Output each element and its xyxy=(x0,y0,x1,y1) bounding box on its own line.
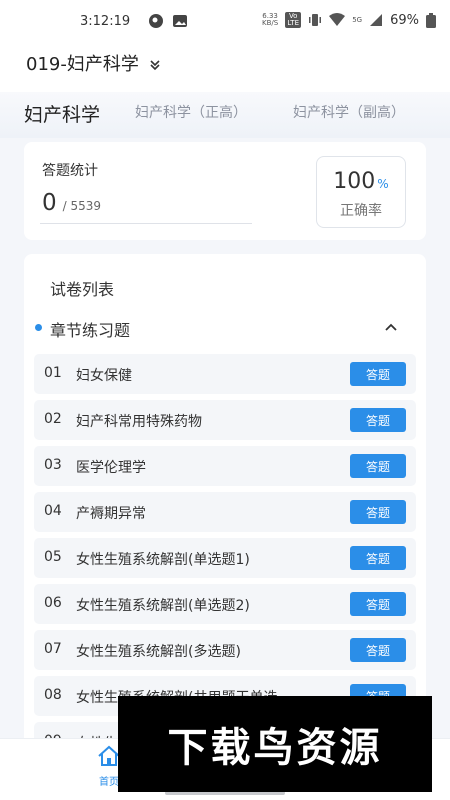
chapter-item[interactable]: 07 女性生殖系统解剖(多选题) 答题 xyxy=(34,630,416,670)
image-icon xyxy=(173,15,187,27)
accuracy-unit: % xyxy=(377,177,389,191)
chapter-number: 06 xyxy=(44,595,62,611)
wifi-icon xyxy=(329,13,346,26)
chapter-number: 03 xyxy=(44,457,62,473)
watermark-banner: 下载鸟资源 xyxy=(118,696,432,792)
subject-selector[interactable]: 019-妇产科学 xyxy=(26,50,161,76)
divider xyxy=(40,223,252,224)
status-time: 3:12:19 xyxy=(80,14,131,29)
chapter-name: 产褥期异常 xyxy=(76,506,146,522)
chapter-name: 妇女保健 xyxy=(76,368,132,384)
signal-icon xyxy=(370,14,383,26)
chapter-item[interactable]: 04 产褥期异常 答题 xyxy=(34,492,416,532)
battery-percent: 69% xyxy=(390,12,419,28)
chapter-item[interactable]: 05 女性生殖系统解剖(单选题1) 答题 xyxy=(34,538,416,578)
chapter-name: 女性生殖系统解剖(单选题1) xyxy=(76,552,250,568)
section-title: 章节练习题 xyxy=(50,321,131,340)
chapter-item[interactable]: 02 妇产科常用特殊药物 答题 xyxy=(34,400,416,440)
chevron-up-icon[interactable] xyxy=(384,320,398,334)
chapter-number: 04 xyxy=(44,503,62,519)
chapter-number: 08 xyxy=(44,687,62,703)
answer-count: 0 / 5539 xyxy=(42,190,101,216)
tab-obstetrics-associate[interactable]: 妇产科学（副高） xyxy=(293,102,405,122)
answer-button[interactable]: 答题 xyxy=(350,592,406,616)
tab-obstetrics[interactable]: 妇产科学 xyxy=(24,100,100,127)
chapter-name: 妇产科常用特殊药物 xyxy=(76,414,202,430)
accuracy-label: 正确率 xyxy=(340,203,382,219)
top-header: 019-妇产科学 xyxy=(0,44,450,92)
chapter-item[interactable]: 01 妇女保健 答题 xyxy=(34,354,416,394)
signal-5g-label: 5G xyxy=(352,15,363,24)
status-bar: 3:12:19 6.33 KB/S Vo LTE 5G 69% xyxy=(0,0,450,44)
notification-app-icon xyxy=(149,14,163,28)
battery-icon xyxy=(426,12,436,28)
network-speed: 6.33 KB/S xyxy=(262,12,279,27)
accuracy-value: 100% xyxy=(333,169,389,194)
chapter-name: 女性生殖系统解剖(单选题2) xyxy=(76,598,250,614)
chapter-item[interactable]: 06 女性生殖系统解剖(单选题2) 答题 xyxy=(34,584,416,624)
vibrate-icon xyxy=(309,14,322,26)
chapter-name: 医学伦理学 xyxy=(76,460,146,476)
chapter-number: 02 xyxy=(44,411,62,427)
volte-icon: Vo LTE xyxy=(285,12,302,28)
answer-button[interactable]: 答题 xyxy=(350,638,406,662)
answer-button[interactable]: 答题 xyxy=(350,546,406,570)
total-count: / 5539 xyxy=(62,199,102,213)
chapter-section-header[interactable]: 章节练习题 xyxy=(32,312,412,342)
chapter-number: 01 xyxy=(44,365,62,381)
subject-tabs: 妇产科学 妇产科学（正高） 妇产科学（副高） xyxy=(0,92,450,138)
chapter-item[interactable]: 03 医学伦理学 答题 xyxy=(34,446,416,486)
chapter-number: 07 xyxy=(44,641,62,657)
answered-count: 0 xyxy=(42,190,57,216)
accuracy-box: 100% 正确率 xyxy=(316,156,406,228)
answer-button[interactable]: 答题 xyxy=(350,408,406,432)
chapter-number: 05 xyxy=(44,549,62,565)
paper-list-title: 试卷列表 xyxy=(50,280,115,299)
answer-button[interactable]: 答题 xyxy=(350,454,406,478)
status-system-icons: 6.33 KB/S Vo LTE 5G 69% xyxy=(262,12,436,28)
chevron-double-down-icon xyxy=(150,60,160,71)
chapter-name: 女性生殖系统解剖(多选题) xyxy=(76,644,241,660)
page-title: 019-妇产科学 xyxy=(26,54,139,75)
status-notification-icons xyxy=(148,13,188,29)
tab-obstetrics-senior[interactable]: 妇产科学（正高） xyxy=(135,102,247,122)
answer-button[interactable]: 答题 xyxy=(350,362,406,386)
bullet-dot xyxy=(35,324,42,331)
answer-button[interactable]: 答题 xyxy=(350,500,406,524)
stats-label: 答题统计 xyxy=(42,163,98,179)
answer-stats-card: 答题统计 0 / 5539 100% 正确率 xyxy=(24,142,426,240)
